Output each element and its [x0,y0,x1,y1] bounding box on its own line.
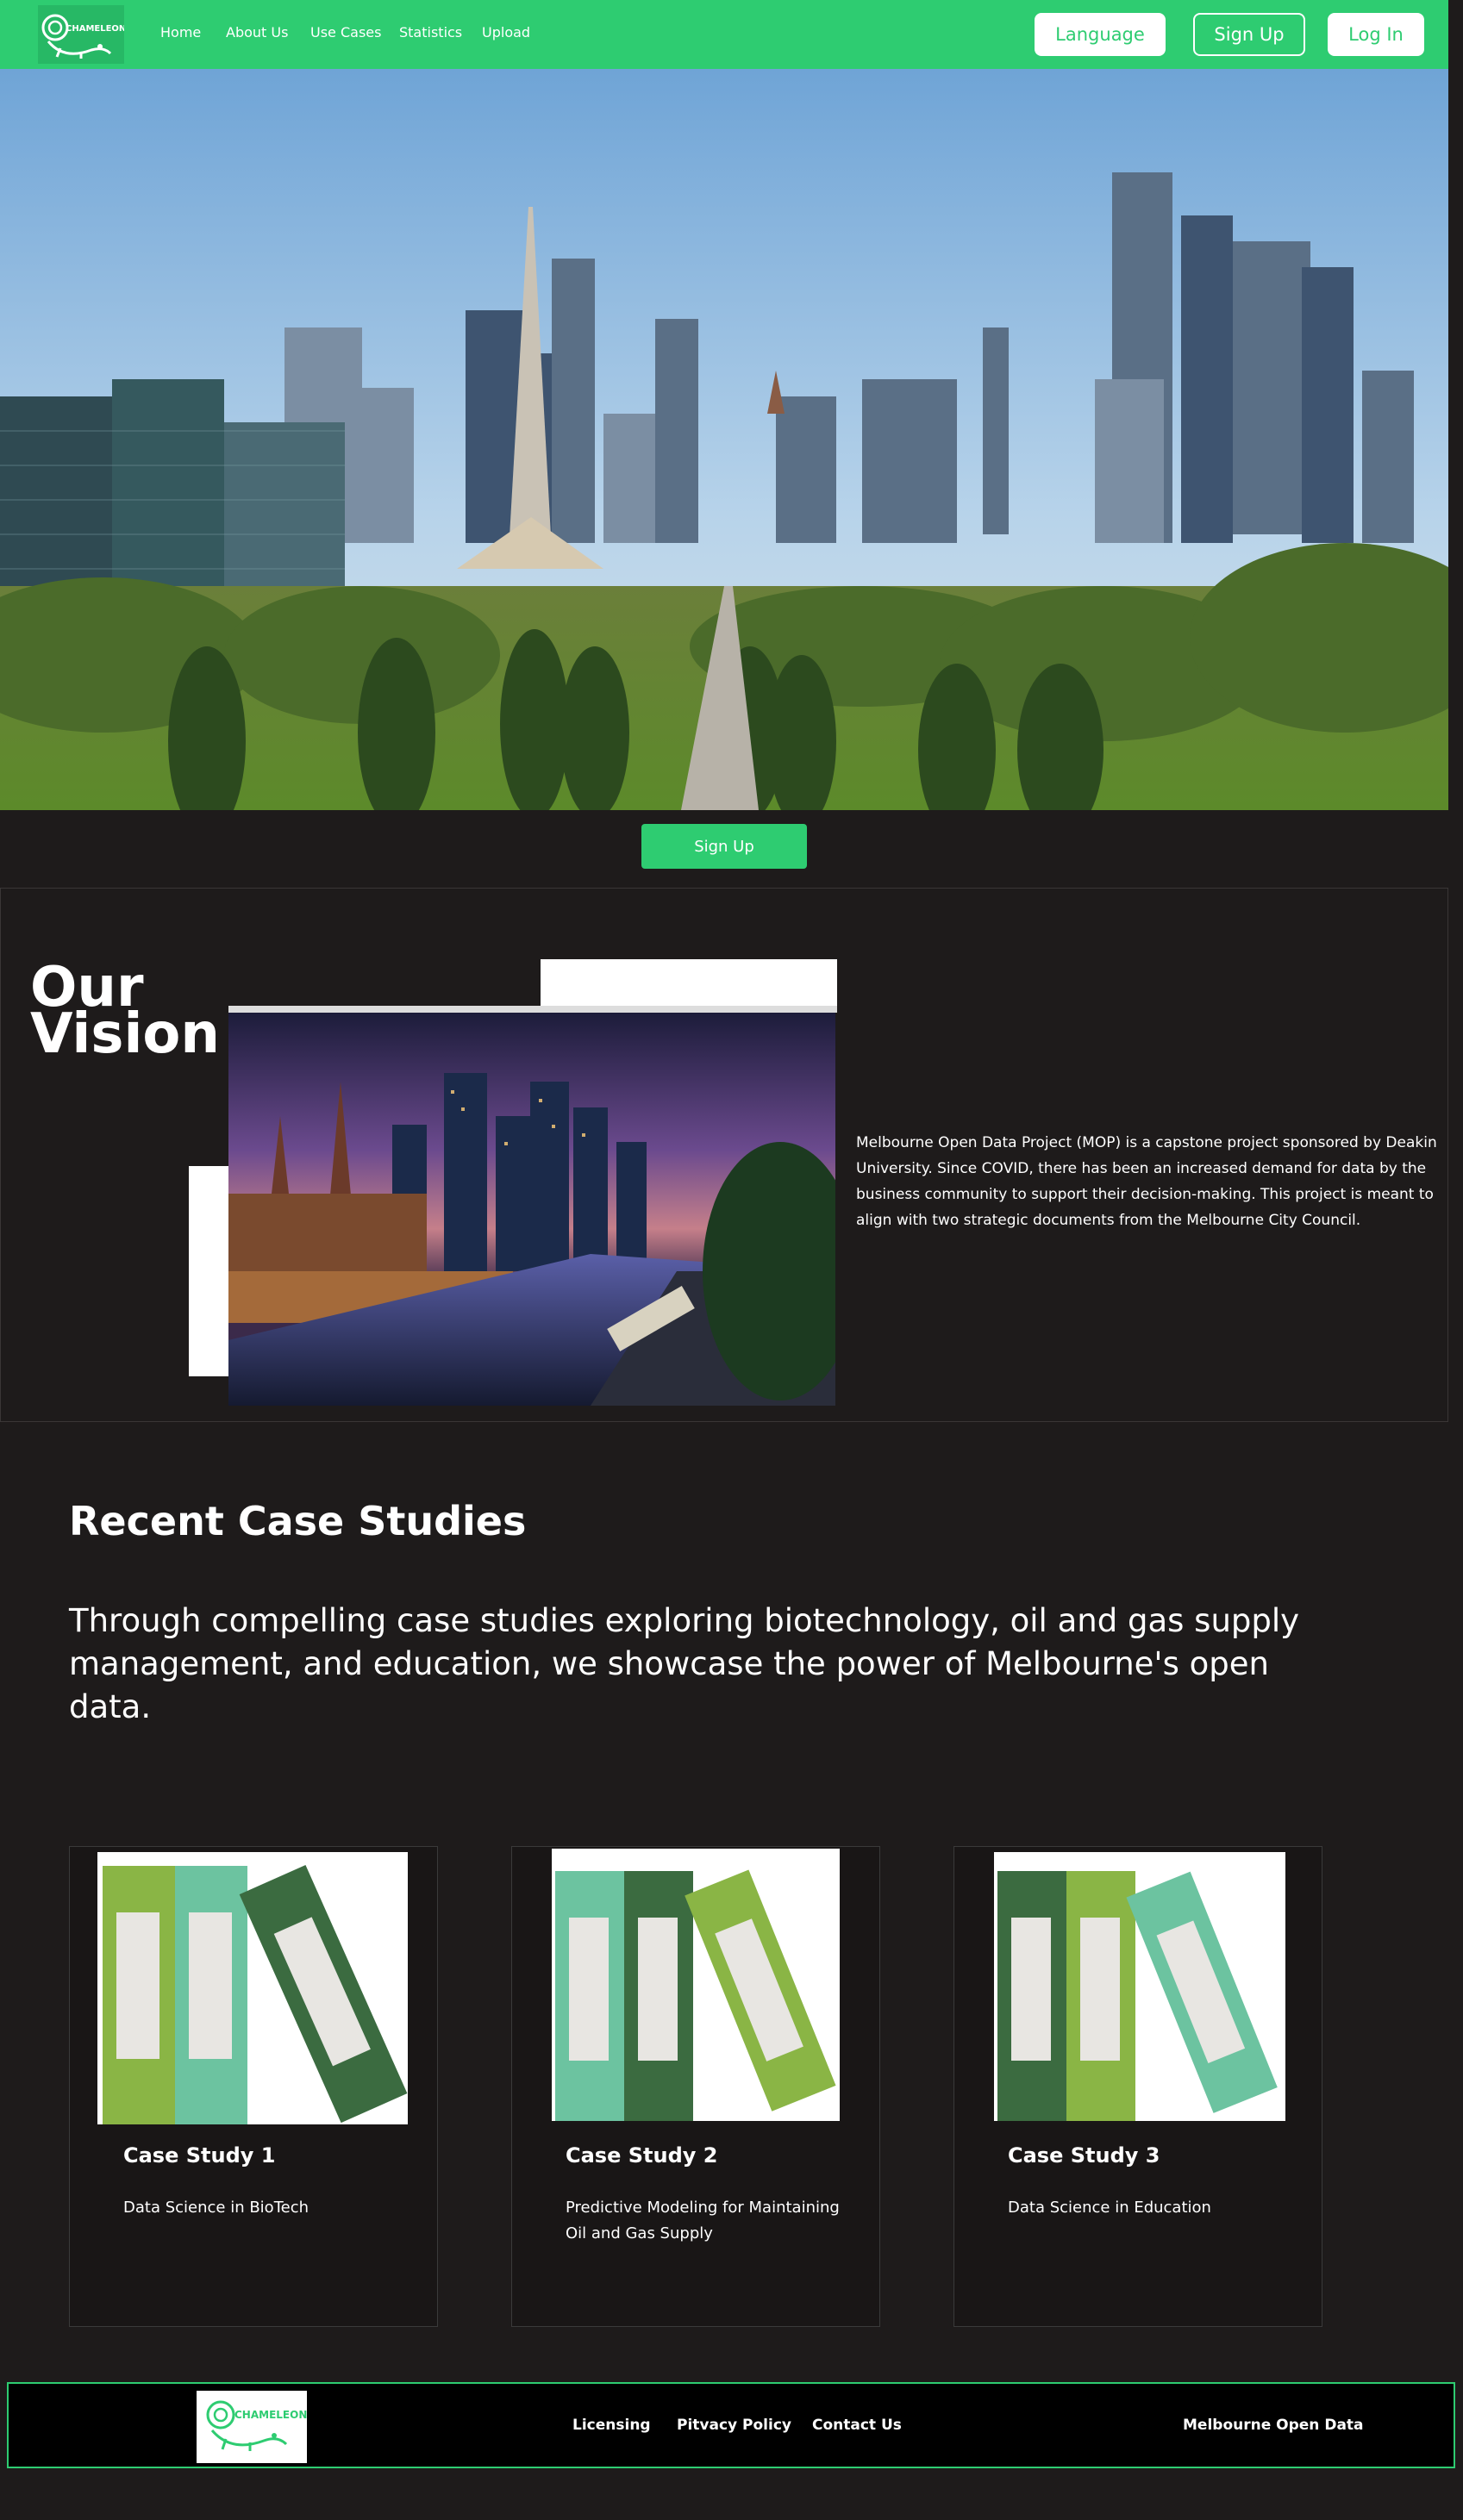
logo[interactable]: CHAMELEON [38,5,126,64]
case-studies-title: Recent Case Studies [69,1498,527,1544]
case-studies-subtitle: Through compelling case studies explorin… [69,1602,1300,1725]
case-study-title: Case Study 1 [123,2143,276,2168]
case-study-title: Case Study 2 [566,2143,718,2168]
case-study-desc: Data Science in Education [1008,2199,1211,2217]
footer-licensing-link[interactable]: Licensing [572,2417,651,2434]
image-frame-bar [228,1006,837,1013]
binders-icon [103,1865,408,2124]
case-study-title: Case Study 3 [1008,2143,1160,2168]
city-skyline-image [0,69,1448,810]
nav-home[interactable]: Home [160,24,201,41]
case-study-desc: Data Science in BioTech [123,2199,309,2217]
footer-contact-link[interactable]: Contact Us [812,2417,902,2434]
nav-about-us[interactable]: About Us [226,24,288,41]
hero-cta-bar: Sign Up [0,810,1448,888]
language-button[interactable]: Language [1035,13,1166,56]
case-study-card-1[interactable]: Case Study 1 Data Science in BioTech [69,1846,438,2327]
binders-image [994,1852,1285,2121]
binders-icon [555,1869,836,2121]
nav-upload[interactable]: Upload [482,24,530,41]
chameleon-logo-icon: CHAMELEON [206,2400,307,2451]
case-study-card-2[interactable]: Case Study 2 Predictive Modeling for Mai… [511,1846,880,2327]
signup-button[interactable]: Sign Up [1193,13,1305,56]
decorative-block-top [541,959,837,1011]
top-navbar: CHAMELEON Home About Us Use Cases Statis… [0,0,1448,69]
vision-image [228,1013,835,1406]
vision-description: Melbourne Open Data Project (MOP) is a c… [856,1134,1437,1229]
nav-use-cases[interactable]: Use Cases [310,24,381,41]
login-button[interactable]: Log In [1328,13,1424,56]
footer-logo[interactable]: CHAMELEON [197,2391,307,2463]
decorative-block-left [189,1166,228,1376]
case-study-card-3[interactable]: Case Study 3 Data Science in Education [953,1846,1322,2327]
footer-site-name: Melbourne Open Data [1183,2417,1364,2434]
binders-image [552,1849,840,2121]
vision-section: Our Vision Melbourne Open Data Project (… [0,888,1448,1422]
vision-title: Our Vision [30,956,220,1066]
hero-image [0,69,1448,810]
footer: CHAMELEON Licensing Pitvacy Policy Conta… [7,2382,1455,2468]
binders-image [97,1852,408,2124]
nav-statistics[interactable]: Statistics [399,24,462,41]
chameleon-logo-icon: CHAMELEON [41,14,126,59]
svg-text:CHAMELEON: CHAMELEON [234,2409,307,2421]
night-city-image [228,1013,835,1406]
hero-signup-button[interactable]: Sign Up [641,824,807,869]
svg-text:CHAMELEON: CHAMELEON [66,24,124,34]
case-study-desc: Predictive Modeling for Maintaining Oil … [566,2199,840,2242]
binders-icon [997,1871,1278,2121]
footer-privacy-link[interactable]: Pitvacy Policy [677,2417,791,2434]
